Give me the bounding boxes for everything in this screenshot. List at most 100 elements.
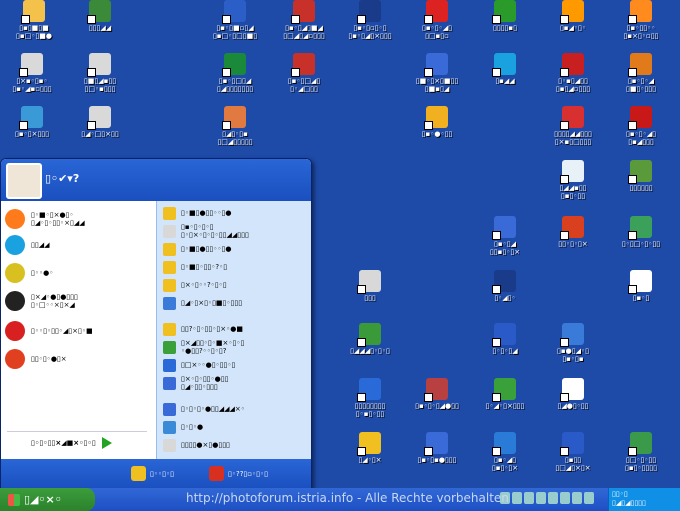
desktop-shortcut[interactable]: ▯◢◦□▯×▯▯: [68, 106, 132, 138]
desktop-shortcut[interactable]: ▯▯▯▯◢◢▯▯▯ ▯×▪▯□▯▯▯: [541, 106, 605, 146]
places-item[interactable]: ▯◦▯◦●: [163, 419, 203, 435]
places-item[interactable]: ▯◦▯◦▯◦●▯▯◢◢◢×◦: [163, 401, 245, 417]
places-item[interactable]: ▯▯?◦▯◦▯▯◦▯×◦●■: [163, 321, 243, 337]
pinned-program[interactable]: ▯◦■◦▯×●▯◦ ▯◢◦▯◦▯▯◦×▯◢◢: [5, 207, 85, 231]
tray-icon[interactable]: [548, 492, 558, 504]
desktop-shortcut[interactable]: ▯▪◦▯□▯◢ ▯◢▯▯▯▯▯▯▯: [203, 53, 267, 93]
tray-icon[interactable]: [536, 492, 546, 504]
tray-icon[interactable]: [584, 492, 594, 504]
shortcut-icon: [560, 216, 584, 240]
clock[interactable]: ▯▯◦▯ ▯◢▯◢▯▯▯▯: [612, 490, 646, 508]
desktop-shortcut[interactable]: ▯▪▯▯ ▯□◢▯×▯×: [541, 432, 605, 472]
program-label: ▯▯◦▯◦●▯×: [31, 355, 67, 363]
desktop-shortcut[interactable]: ▯▪◦▯□◢▯ ▯◦◢□▯▯: [272, 53, 336, 93]
shortcut-label: ▯▯▯▯▯▯▯▯ ▯◦▪▯◦▯▯: [354, 402, 386, 418]
desktop-shortcut[interactable]: ▯◢◢▪▯▯ ▯▪▯◦▯▯: [541, 160, 605, 200]
shortcut-label: ▯▪◢◦▯◦: [559, 24, 587, 32]
desktop-shortcut[interactable]: ▯□◦▯◦▯▯ ▯▪▯◦▯▯▯▯: [609, 432, 673, 472]
desktop-shortcut[interactable]: ▯▪◢◢: [473, 53, 537, 85]
program-label: ▯▯◢◢: [31, 241, 50, 249]
all-programs-button[interactable]: ▯◦▯◦▯▯×◢■×◦▯◦▯: [31, 437, 112, 449]
desktop-shortcut[interactable]: ▯◦▯□◦▯◦▯▯: [609, 216, 673, 248]
desktop-shortcut[interactable]: ▯▯▯◢◢: [68, 0, 132, 32]
shortcut-icon: [357, 0, 381, 24]
desktop-shortcut[interactable]: ▯▪◦▯▪●▯▯▯: [405, 432, 469, 464]
desktop-shortcut[interactable]: ▯▪●▯◢◦▯ ▯▪◦▯▪: [541, 323, 605, 363]
places-item[interactable]: ▯×◦▯◦◦?◦▯◦▯: [163, 277, 227, 293]
desktop-shortcut[interactable]: ▯▪◦▯▫▯◦▯ ▯▪◦▯◢▯×▯▯▯: [338, 0, 402, 40]
desktop-shortcut[interactable]: ▯■▯◢▪▯▯ ▯□◦▪▯▯▯: [68, 53, 132, 93]
places-label: ▯▪◦▯◦▯◦▯ ▯◦▯×◦▯◦▯◦▯▯◢◢▯▯▯: [181, 223, 249, 239]
desktop-shortcut[interactable]: ▯▪▯■▯■ ▯▪□◦▯■●: [2, 0, 66, 40]
shortcut-label: ▯◢◢▪▯▯ ▯▪▯◦▯▯: [559, 184, 587, 200]
desktop-shortcut[interactable]: ▯▪◢◦▯◦: [541, 0, 605, 32]
desktop-shortcut[interactable]: ▯▪◦●◦▯▯: [405, 106, 469, 138]
desktop-shortcut[interactable]: ▯◢▯◦▯▪ ▯□◢▯▯▯▯▯: [203, 106, 267, 146]
places-item[interactable]: ▯□×◦◦●▯◦▯▯◦▯: [163, 357, 235, 373]
pinned-program[interactable]: ▯◦◦▯◦▯▯◦◢▯×▯◦■: [5, 319, 93, 343]
desktop-shortcut[interactable]: ▯▯▯: [338, 270, 402, 302]
desktop-shortcut[interactable]: ▯◢●▯◦▯▯: [541, 378, 605, 410]
places-item[interactable]: ▯◢◦▯×▯◦▯■▯◦▯▯▯: [163, 295, 242, 311]
logoff-button[interactable]: ▯◦◦▯◦▯: [131, 466, 174, 481]
user-avatar[interactable]: [6, 163, 42, 199]
desktop-shortcut[interactable]: ▯▪◦▯▯◦◦ ▯▪×▯◦▫▯▯: [609, 0, 673, 40]
tray-icon[interactable]: [572, 492, 582, 504]
shortcut-icon: [628, 270, 652, 294]
shortcut-icon: [560, 160, 584, 184]
desktop-shortcut[interactable]: ▯▪◦▯◦▯◢●▯▯: [405, 378, 469, 410]
shortcut-icon: [424, 432, 448, 456]
desktop-shortcut[interactable]: ▯▪◦▯◦◢▯ ▯□▪▯▫: [405, 0, 469, 40]
program-icon: [5, 263, 25, 283]
start-menu-footer: ▯◦◦▯◦▯ ▯◦??▯▫◦▯◦▯: [1, 459, 311, 489]
desktop-shortcut[interactable]: ▯▪◦▯◢▯■◢ ▯□◢▯◢▫▯▯▯: [272, 0, 336, 40]
desktop-shortcut[interactable]: ▯▯▯▯▪▯: [473, 0, 537, 32]
pinned-program[interactable]: ▯▯◢◢: [5, 233, 49, 257]
desktop-shortcut[interactable]: ▯◢◦▯×: [338, 432, 402, 464]
shortcut-icon: [21, 0, 45, 24]
places-item[interactable]: ▯×◢▯▯◦▯◦■×◦▯◦▯ ◦●▯▯?◦◦▯◦▯?: [163, 339, 244, 355]
places-item[interactable]: ▯◦■▯◦▯▯◦?◦▯: [163, 259, 227, 275]
start-button[interactable]: ▯◢◦×◦: [0, 488, 95, 511]
folder-icon: [163, 242, 176, 256]
desktop-shortcut[interactable]: ▯◦◢▯◦: [473, 270, 537, 302]
places-item[interactable]: ▯▯▯▯●×▯●▯▯▯: [163, 437, 230, 453]
shortcut-icon: [424, 0, 448, 24]
desktop-shortcut[interactable]: ▯▪◦▯◦◢ ▯■▯◦▯▯▯: [609, 53, 673, 93]
tray-icon[interactable]: [560, 492, 570, 504]
desktop-shortcut[interactable]: ▯▪◦▯◦◢▯ ▯▪◢▯▯▯: [609, 106, 673, 146]
pinned-program[interactable]: ▯◦◦●◦: [5, 261, 53, 285]
shortcut-icon: [492, 0, 516, 24]
desktop-shortcut[interactable]: ▯▪◦▯■▫▯◢ ▯▪□◦▯□▯■▯: [203, 0, 267, 40]
shortcut-icon: [628, 432, 652, 456]
desktop-shortcut[interactable]: ▯◢◢◢▯◦▯◦▯: [338, 323, 402, 355]
tray-icon[interactable]: [524, 492, 534, 504]
desktop-shortcut[interactable]: ▯×▪◦▯▪◦ ▯▪◦◢▪▫▯▯▯: [0, 53, 64, 93]
desktop-shortcut[interactable]: ▯▯▯▯▯▯▯▯ ▯◦▪▯◦▯▯: [338, 378, 402, 418]
desktop-shortcut[interactable]: ▯▪◦◢▯ ▯▪▯◦▯×: [473, 432, 537, 472]
desktop-shortcut[interactable]: ▯▪◦▯◢ ▯▯▪▯◦▯×: [473, 216, 537, 256]
places-item[interactable]: ▯◦■▯●▯▯◦◦▯●: [163, 241, 231, 257]
shortcut-label: ▯▪◦▯×▯▯▯: [15, 130, 49, 138]
shutdown-button[interactable]: ▯◦??▯▫◦▯◦▯: [209, 466, 268, 481]
places-item[interactable]: ▯◦■▯●▯▯◦◦▯●: [163, 205, 231, 221]
desktop-shortcut[interactable]: ▯▯▯▯▯▯: [609, 160, 673, 192]
desktop-shortcut[interactable]: ▯▯◦▯◦▯×: [541, 216, 605, 248]
desktop-shortcut[interactable]: ▯◦▯◦▯◢: [473, 323, 537, 355]
desktop-shortcut[interactable]: ▯▪◦▯: [609, 270, 673, 302]
tray-icon[interactable]: [512, 492, 522, 504]
desktop-shortcut[interactable]: ▯▪◦▯×▯▯▯: [0, 106, 64, 138]
desktop-shortcut[interactable]: ▯◦▪▯◢▯▯ ▯▪▯◢▫▯▯▯: [541, 53, 605, 93]
shortcut-icon: [492, 432, 516, 456]
places-label: ▯◦■▯◦▯▯◦?◦▯: [181, 263, 228, 271]
program-icon: [5, 321, 25, 341]
places-item[interactable]: ▯×◦▯◦▯▯◦●▯▯ ▯◢◦▯▯◦▯▯▯: [163, 375, 228, 391]
places-label: ▯×◦▯◦▯▯◦●▯▯ ▯◢◦▯▯◦▯▯▯: [181, 375, 229, 391]
places-item[interactable]: ▯▪◦▯◦▯◦▯ ▯◦▯×◦▯◦▯◦▯▯◢◢▯▯▯: [163, 223, 249, 239]
folder-icon: [163, 296, 176, 310]
shortcut-label: ▯◢●▯◦▯▯: [557, 402, 589, 410]
desktop-shortcut[interactable]: ▯■◦▯×▯■▯▯ ▯■▪▯◢: [405, 53, 469, 93]
pinned-program[interactable]: ▯▯◦▯◦●▯×: [5, 347, 67, 371]
desktop-shortcut[interactable]: ▯◦◢◦▯×▯▯▯: [473, 378, 537, 410]
pinned-program[interactable]: ▯×◢◦●▯●▯▯▯ ▯◦□◦◦×▯×◢: [5, 289, 78, 313]
